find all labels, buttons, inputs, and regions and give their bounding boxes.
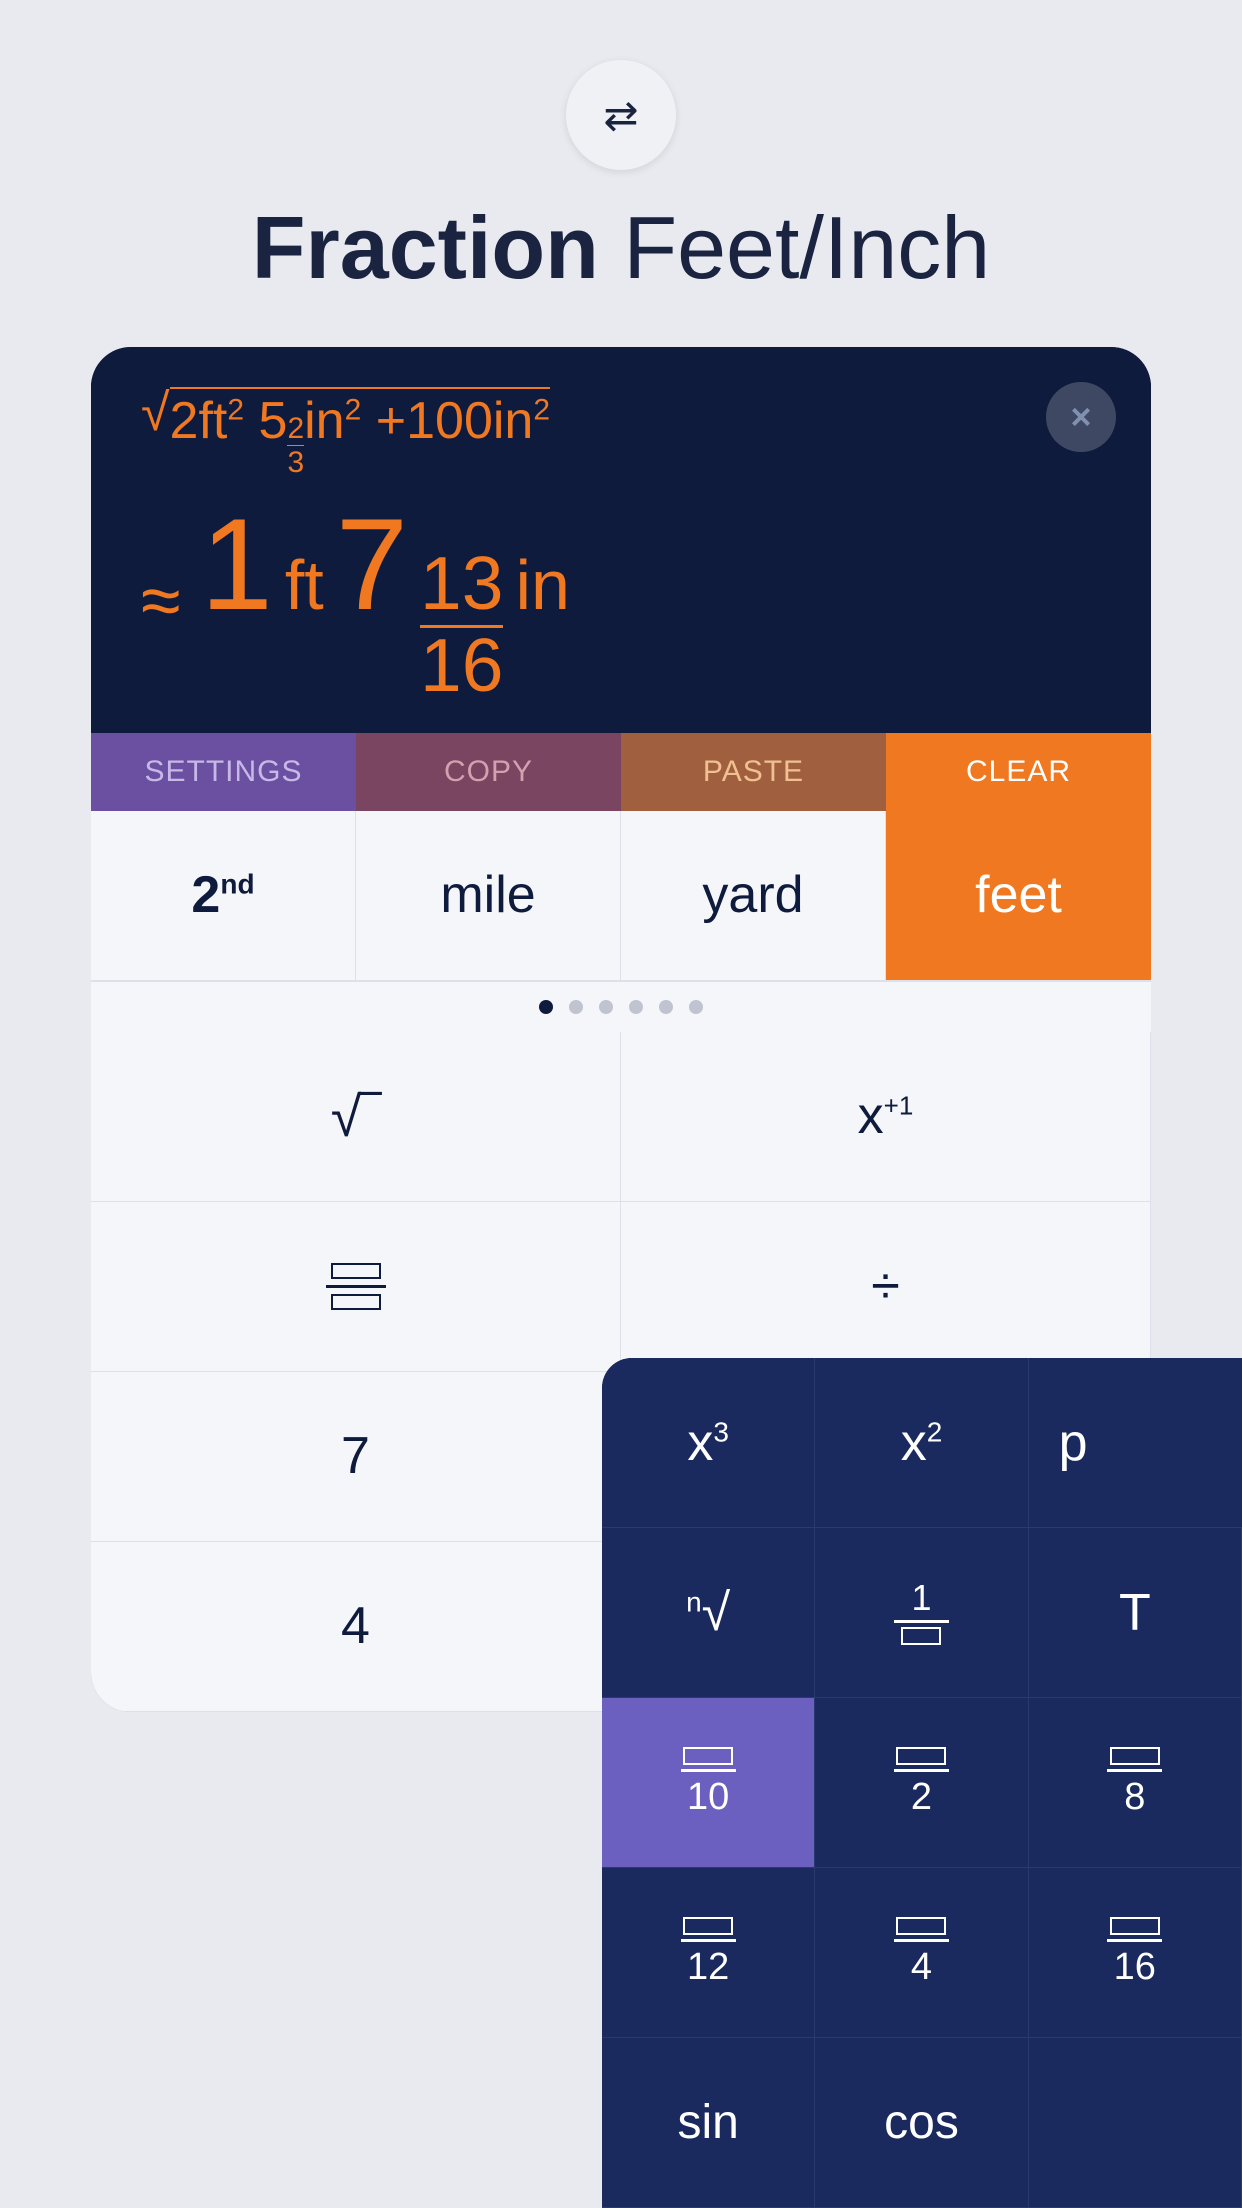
overlay-grid: x3 x2 p n√ 1 T [602, 1358, 1242, 2208]
overlay-key-T[interactable]: T [1029, 1528, 1242, 1698]
key-yard[interactable]: yard [621, 811, 886, 981]
key-divide[interactable]: ÷ [621, 1202, 1151, 1372]
overlay-key-frac8[interactable]: 8 [1029, 1698, 1242, 1868]
close-icon: × [1070, 396, 1091, 438]
copy-button[interactable]: COPY [356, 733, 621, 811]
overlay-key-frac16[interactable]: 16 [1029, 1868, 1242, 2038]
overlay-key-sin[interactable]: sin [602, 2038, 815, 2208]
key-7[interactable]: 7 [91, 1372, 621, 1542]
result-mixed: 7 [336, 499, 408, 629]
swap-button[interactable]: ⇄ [566, 60, 676, 170]
title-light: Feet/Inch [599, 198, 990, 297]
clear-button[interactable]: CLEAR [886, 733, 1151, 811]
settings-button[interactable]: SETTINGS [91, 733, 356, 811]
title-bold: Fraction [252, 198, 599, 297]
overlay-key-frac4[interactable]: 4 [815, 1868, 1028, 2038]
result-unit-ft: ft [285, 545, 324, 625]
display-area: √ 2ft2 5 2 3 in2 +100in2 ≈ 1 ft [91, 347, 1151, 733]
overlay-key-nroot[interactable]: n√ [602, 1528, 815, 1698]
result-fraction: 13 16 [420, 546, 503, 703]
result-numerator: 13 [420, 546, 503, 628]
dot-6 [689, 1000, 703, 1014]
overlay-key-frac2[interactable]: 2 [815, 1698, 1028, 1868]
page-title: Fraction Feet/Inch [252, 200, 990, 297]
overlay-key-empty [1029, 2038, 1242, 2208]
overlay-key-x2[interactable]: x2 [815, 1358, 1028, 1528]
swap-icon: ⇄ [603, 91, 638, 140]
key-mile[interactable]: mile [356, 811, 621, 981]
key-2nd[interactable]: 2nd [91, 811, 356, 981]
result-row: ≈ 1 ft 7 13 16 in [141, 499, 1101, 703]
result-whole: 1 [201, 499, 273, 629]
dot-5 [659, 1000, 673, 1014]
pagination-dots [91, 982, 1151, 1032]
overlay-panel: x3 x2 p n√ 1 T [602, 1358, 1242, 2208]
frac-bottom-rect [331, 1294, 381, 1310]
dot-4 [629, 1000, 643, 1014]
expression-text: √ 2ft2 5 2 3 in2 +100in2 [141, 387, 550, 479]
unit-row: 2nd mile yard feet [91, 811, 1151, 982]
overlay-key-cos[interactable]: cos [815, 2038, 1028, 2208]
overlay-key-frac10[interactable]: 10 [602, 1698, 815, 1868]
approx-symbol: ≈ [141, 560, 181, 642]
result-denominator: 16 [420, 628, 503, 703]
dot-3 [599, 1000, 613, 1014]
result-value: 1 ft 7 13 16 in [201, 499, 570, 703]
expression-row: √ 2ft2 5 2 3 in2 +100in2 [141, 387, 1101, 479]
frac-top-rect [331, 1263, 381, 1279]
dot-2 [569, 1000, 583, 1014]
frac-bar-white [894, 1620, 949, 1623]
overlay-key-reciprocal[interactable]: 1 [815, 1528, 1028, 1698]
key-feet[interactable]: feet [886, 811, 1151, 981]
key-4[interactable]: 4 [91, 1542, 621, 1712]
result-unit-in: in [515, 545, 569, 625]
overlay-key-x3[interactable]: x3 [602, 1358, 815, 1528]
dot-1 [539, 1000, 553, 1014]
sqrt-container: √ 2ft2 5 2 3 in2 +100in2 [141, 387, 550, 479]
key-sqrt[interactable]: √‾ [91, 1032, 621, 1202]
overlay-key-p[interactable]: p [1029, 1358, 1242, 1528]
key-fraction[interactable] [91, 1202, 621, 1372]
close-button[interactable]: × [1046, 382, 1116, 452]
action-bar: SETTINGS COPY PASTE CLEAR [91, 733, 1151, 811]
overlay-key-frac12[interactable]: 12 [602, 1868, 815, 2038]
frac-bar [326, 1285, 386, 1288]
paste-button[interactable]: PASTE [621, 733, 886, 811]
top-section: ⇄ Fraction Feet/Inch [0, 0, 1242, 347]
key-xplus1[interactable]: x+1 [621, 1032, 1151, 1202]
